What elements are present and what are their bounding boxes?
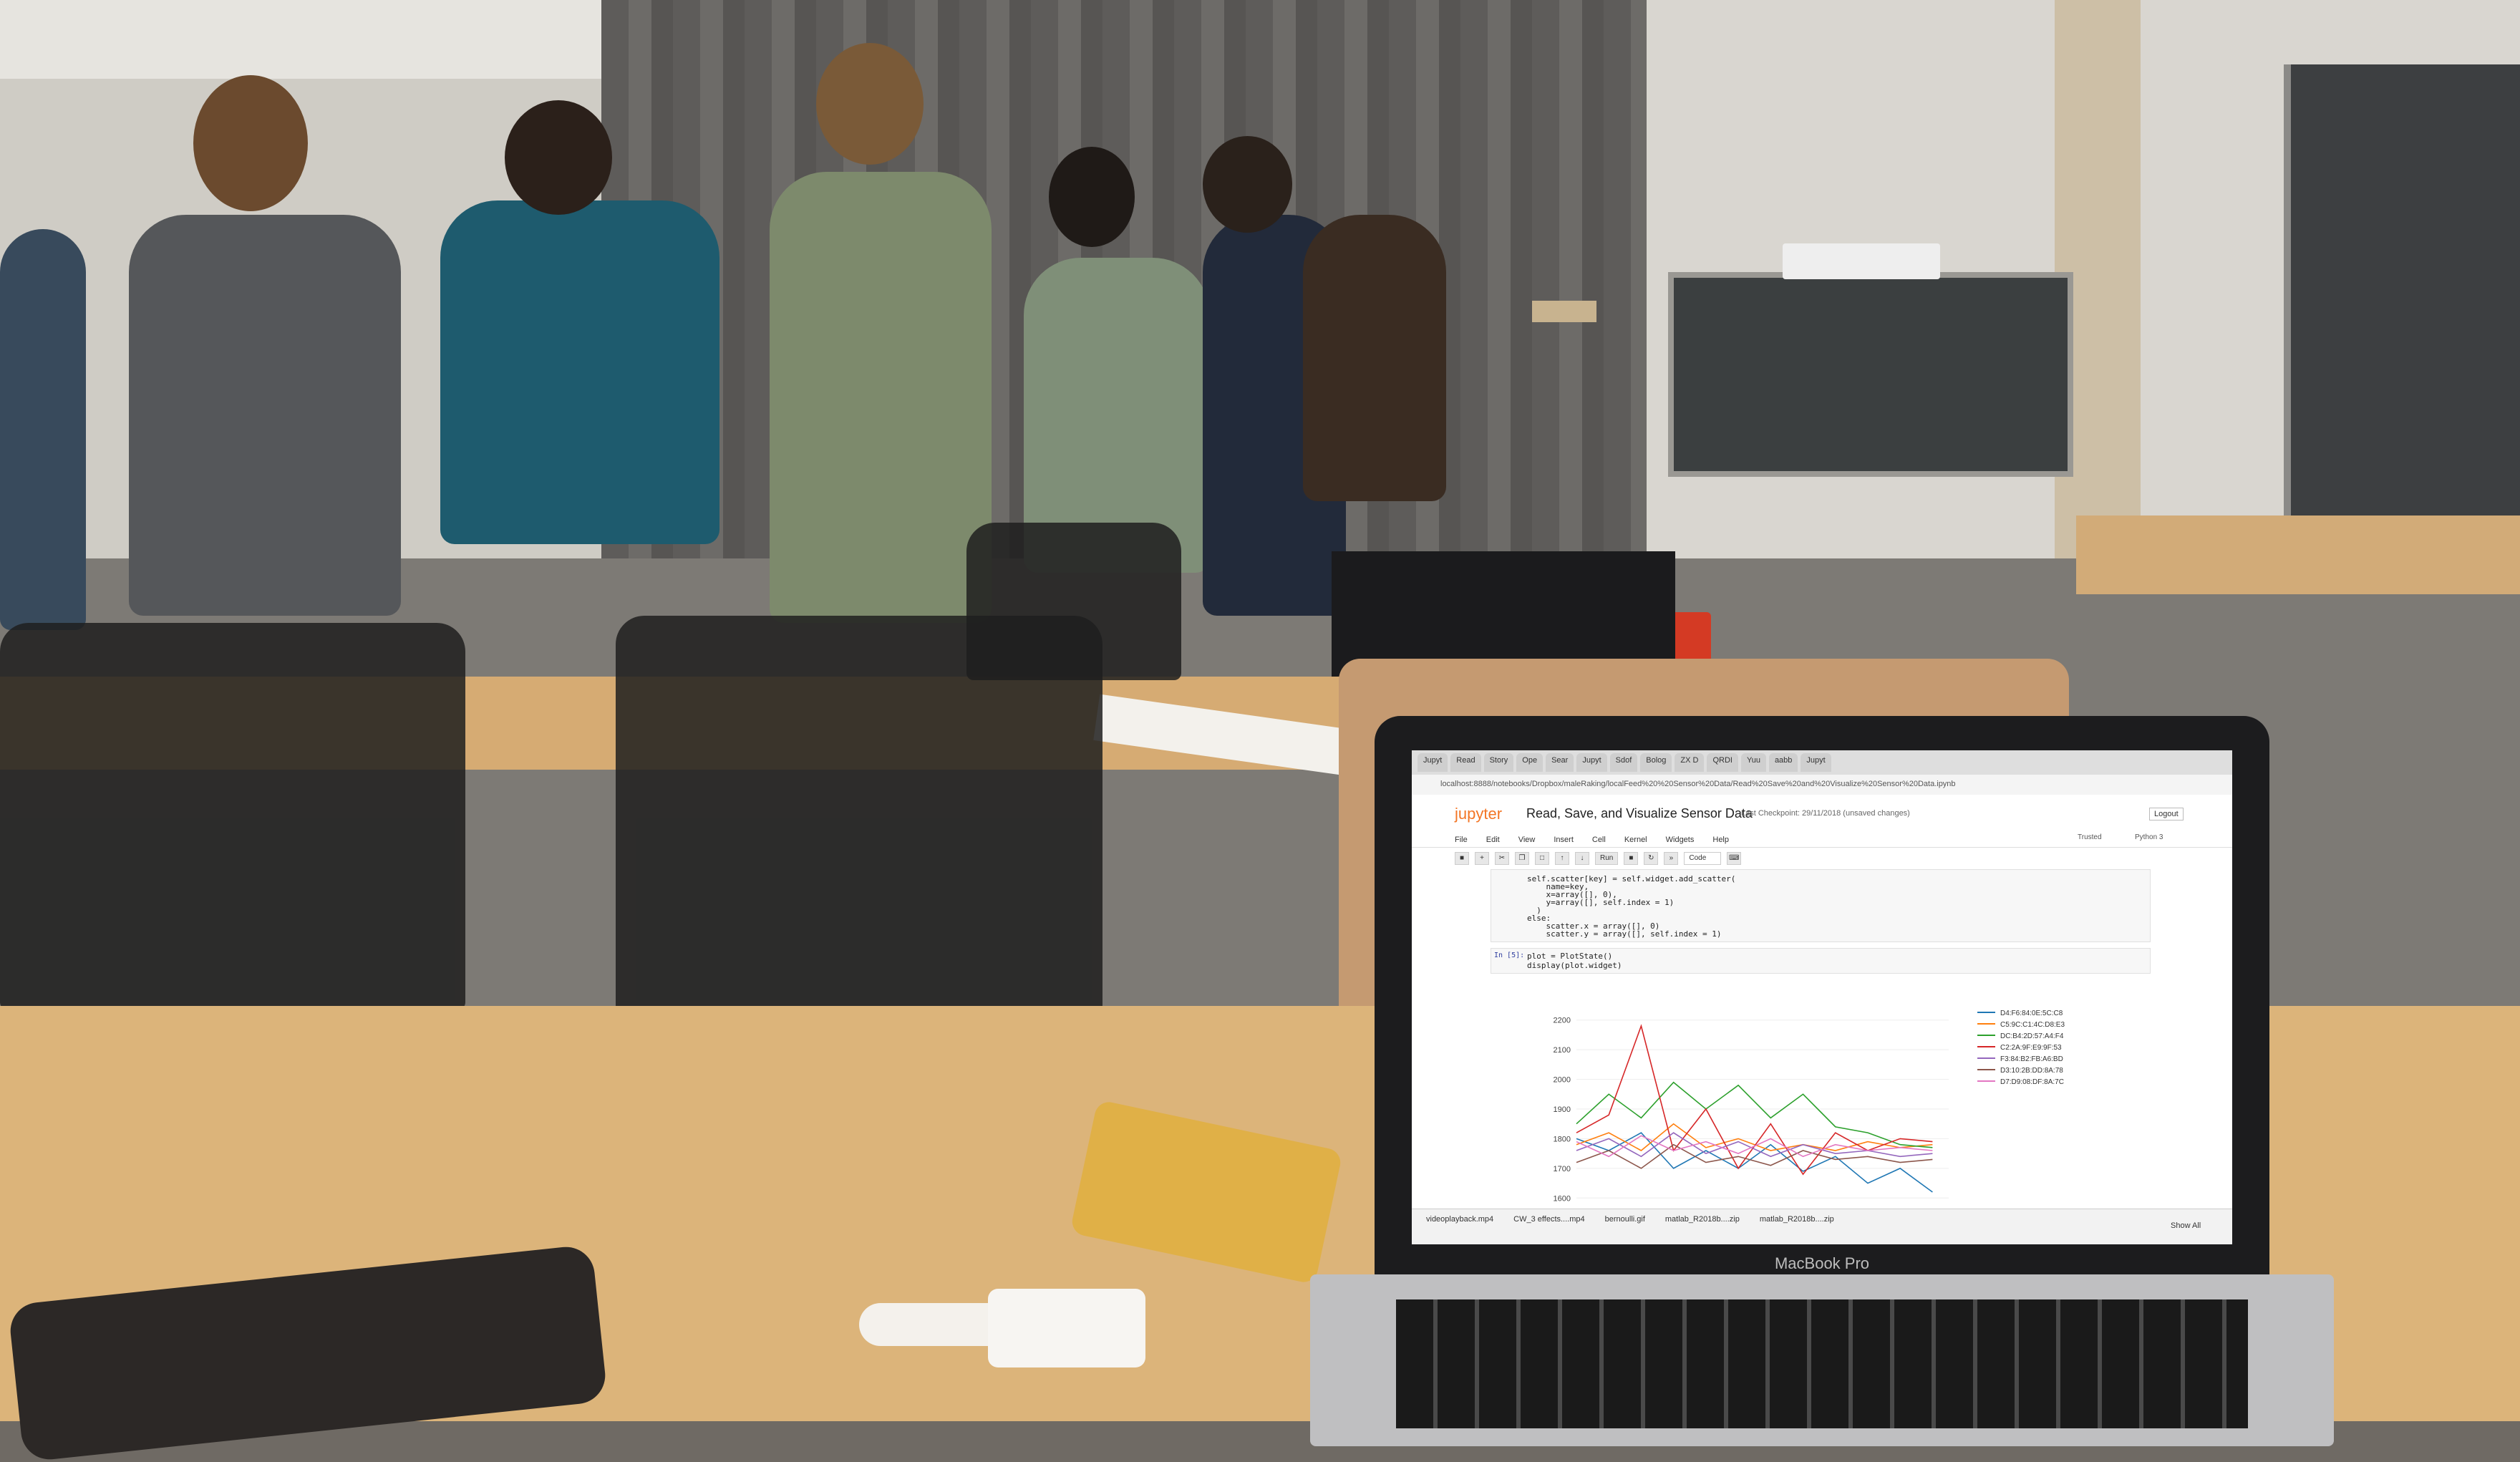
usb-adapter — [988, 1289, 1145, 1367]
download-item[interactable]: matlab_R2018b....zip — [1665, 1215, 1740, 1239]
jupyter-menubar: File Edit View Insert Cell Kernel Widgets Help — [1412, 832, 2232, 848]
address-bar[interactable]: localhost:8888/notebooks/Dropbox/maleRak… — [1412, 775, 2232, 795]
browser-tab[interactable]: Jupyt — [1576, 753, 1607, 772]
code-cell[interactable]: In [5]: plot = PlotState() display(plot.w… — [1491, 948, 2151, 974]
code-line: display(plot.widget) — [1527, 961, 1622, 970]
menu-kernel[interactable]: Kernel — [1624, 832, 1647, 847]
fast-forward-icon[interactable]: » — [1664, 852, 1679, 865]
add-cell-icon[interactable]: + — [1475, 852, 1489, 865]
menu-view[interactable]: View — [1518, 832, 1536, 847]
legend-label[interactable]: DC:B4:2D:57:A4:F4 — [2000, 1032, 2064, 1040]
person-head — [1203, 136, 1292, 233]
logout-button[interactable]: Logout — [2149, 808, 2184, 820]
legend-label[interactable]: D4:F6:84:0E:5C:C8 — [2000, 1010, 2063, 1017]
paste-icon[interactable]: □ — [1535, 852, 1549, 865]
keyboard-icon[interactable]: ⌨ — [1727, 852, 1742, 865]
keyboard — [1396, 1299, 2248, 1428]
kernel-indicator[interactable]: Python 3 — [2135, 833, 2163, 841]
laptop: Jupyt Read Story Ope Sear Jupyt Sdof Bolog ZX DQ… — [1310, 716, 2334, 1446]
download-item[interactable]: CW_3 effects....mp4 — [1513, 1215, 1584, 1239]
show-all-button[interactable]: Show All — [2171, 1221, 2201, 1230]
code-line: scatter.y = array([], self.index = 1) — [1527, 929, 1722, 939]
browser-tabbar: Jupyt Read Story Ope Sear Jupyt Sdof Bolog ZX DQ… — [1412, 750, 2232, 775]
jupyter-logo[interactable]: jupyter — [1455, 805, 1502, 823]
download-item[interactable]: videoplayback.mp4 — [1426, 1215, 1493, 1239]
person-head — [1049, 147, 1135, 247]
notebook-title[interactable]: Read, Save, and Visualize Sensor Data — [1526, 806, 1753, 821]
cell-prompt: In [5]: — [1494, 952, 1525, 959]
person-left-edge — [0, 229, 86, 630]
person-long-hair — [1303, 215, 1446, 501]
blackboard — [1668, 272, 2073, 477]
jupyter-header: jupyter Read, Save, and Visualize Sensor… — [1412, 795, 2232, 832]
legend-label[interactable]: D7:D9:08:DF:8A:7C — [2000, 1078, 2064, 1086]
browser-tab[interactable]: Yuu — [1740, 753, 1766, 772]
browser-tab[interactable]: Bolog — [1640, 753, 1672, 772]
browser-tab[interactable]: aabb — [1768, 753, 1798, 772]
browser-tab[interactable]: Story — [1483, 753, 1514, 772]
trusted-badge[interactable]: Trusted — [2078, 833, 2102, 841]
jupyter-toolbar: ■ + ✂ ❐ □ ↑ ↓ Run ■ ↻ » Code ⌨ — [1455, 851, 2185, 866]
menu-widgets[interactable]: Widgets — [1666, 832, 1695, 847]
browser-tab[interactable]: QRDI — [1707, 753, 1738, 772]
browser-tab[interactable]: Sdof — [1609, 753, 1638, 772]
download-item[interactable]: bernoulli.gif — [1605, 1215, 1645, 1239]
browser-tab[interactable]: ZX D — [1675, 753, 1705, 772]
laptop-screen: Jupyt Read Story Ope Sear Jupyt Sdof Bolog ZX DQ… — [1412, 750, 2232, 1244]
cell-type-select[interactable]: Code — [1684, 852, 1722, 865]
download-item[interactable]: matlab_R2018b....zip — [1760, 1215, 1834, 1239]
y-tick-label: 2100 — [1554, 1046, 1571, 1055]
menu-cell[interactable]: Cell — [1592, 832, 1606, 847]
menu-edit[interactable]: Edit — [1486, 832, 1500, 847]
restart-icon[interactable]: ↻ — [1644, 852, 1659, 865]
lectern — [1532, 301, 1596, 322]
y-tick-label: 2200 — [1554, 1017, 1571, 1025]
y-tick-label: 2000 — [1554, 1076, 1571, 1085]
legend-label[interactable]: F3:84:B2:FB:A6:BD — [2000, 1055, 2063, 1063]
stop-icon[interactable]: ■ — [1624, 852, 1639, 865]
person-head — [193, 75, 308, 211]
legend-label[interactable]: C5:9C:C1:4C:D8:E3 — [2000, 1021, 2065, 1029]
legend-label[interactable]: D3:10:2B:DD:8A:78 — [2000, 1067, 2063, 1075]
chair — [0, 623, 465, 1010]
browser-tab[interactable]: Sear — [1546, 753, 1574, 772]
y-tick-label: 1900 — [1554, 1105, 1571, 1114]
person-head — [816, 43, 924, 165]
url-text: localhost:8888/notebooks/Dropbox/maleRak… — [1440, 780, 1956, 788]
sensor-line-chart[interactable]: 160017001800190020002100220020406080100D… — [1491, 977, 2149, 1244]
copy-icon[interactable]: ❐ — [1515, 852, 1529, 865]
code-line: plot = PlotState() — [1527, 952, 1613, 961]
person-olive-shirt — [770, 172, 992, 623]
browser-tab[interactable]: Jupyt — [1801, 753, 1831, 772]
y-tick-label: 1700 — [1554, 1165, 1571, 1173]
chair — [966, 523, 1181, 680]
run-button[interactable]: Run — [1595, 852, 1619, 865]
checkpoint-status: Last Checkpoint: 29/11/2018 (unsaved cha… — [1741, 809, 1910, 818]
person-blue-hoodie — [440, 200, 719, 544]
cut-icon[interactable]: ✂ — [1495, 852, 1509, 865]
person-grey-shirt — [129, 215, 401, 616]
lectern-monitor — [1783, 243, 1940, 279]
y-tick-label: 1600 — [1554, 1194, 1571, 1203]
move-up-icon[interactable]: ↑ — [1555, 852, 1569, 865]
y-tick-label: 1800 — [1554, 1135, 1571, 1143]
browser-tab[interactable]: Jupyt — [1418, 753, 1448, 772]
code-cell[interactable]: self.scatter[key] = self.widget.add_scat… — [1491, 869, 2151, 942]
save-icon[interactable]: ■ — [1455, 852, 1469, 865]
code-line: y=array([], self.index = 1) — [1527, 898, 1675, 907]
move-down-icon[interactable]: ↓ — [1575, 852, 1589, 865]
menu-help[interactable]: Help — [1712, 832, 1729, 847]
menu-insert[interactable]: Insert — [1554, 832, 1574, 847]
browser-tab[interactable]: Read — [1450, 753, 1481, 772]
side-table — [2076, 515, 2520, 594]
laptop-brand: MacBook Pro — [1774, 1254, 1870, 1272]
person-head — [505, 100, 612, 215]
menu-file[interactable]: File — [1455, 832, 1468, 847]
browser-tab[interactable]: Ope — [1516, 753, 1544, 772]
notebook-area: self.scatter[key] = self.widget.add_scat… — [1491, 869, 2151, 1244]
legend-label[interactable]: C2:2A:9F:E9:9F:53 — [2000, 1044, 2062, 1052]
downloads-bar: videoplayback.mp4 CW_3 effects....mp4 bern… — [1412, 1209, 2232, 1244]
